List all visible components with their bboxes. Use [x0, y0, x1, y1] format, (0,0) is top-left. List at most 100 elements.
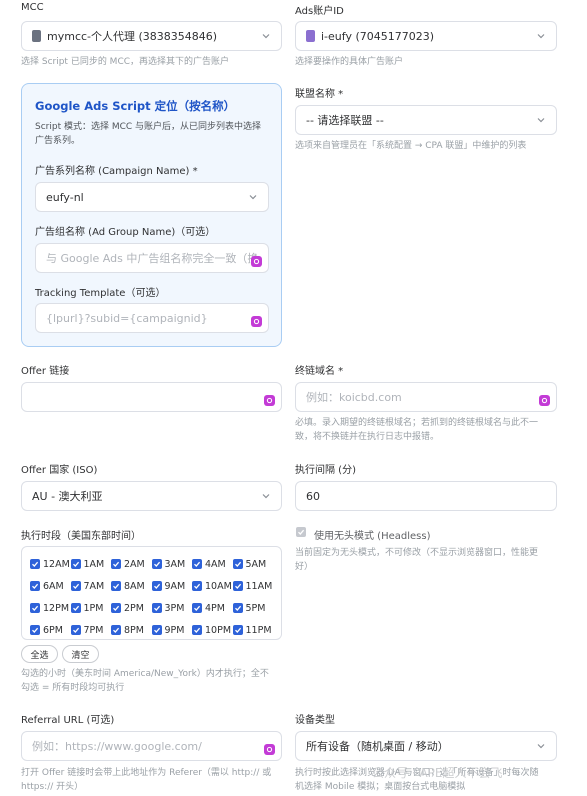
final-domain-label: 终链域名 *	[295, 366, 344, 377]
referral-input[interactable]: 例如：https://www.google.com/	[21, 731, 282, 761]
checkbox-checked-icon[interactable]	[232, 559, 243, 569]
ads-account-hint: 选择要操作的具体广告账户	[295, 57, 404, 67]
checkbox-checked-icon[interactable]	[232, 625, 243, 635]
edit-icon[interactable]	[251, 256, 262, 267]
select-all-button[interactable]: 全选	[21, 645, 58, 663]
campaign-select[interactable]: eufy-nl	[35, 182, 269, 212]
hour-checkbox-item[interactable]: 6AM	[30, 577, 71, 595]
hour-label: 5AM	[245, 558, 267, 570]
hour-checkbox-item[interactable]: 8AM	[111, 577, 152, 595]
hour-label: 7PM	[83, 624, 104, 636]
checkbox-checked-icon[interactable]	[30, 603, 40, 613]
script-card-desc-2: 广告系列。	[35, 136, 81, 146]
device-hint-2: 机选择 Mobile 模拟；桌面按台式电脑模拟	[295, 782, 466, 792]
chevron-down-icon	[248, 192, 258, 202]
checkbox-checked-icon[interactable]	[232, 581, 243, 591]
hour-checkbox-item[interactable]: 11AM	[232, 577, 274, 595]
hour-checkbox-item[interactable]: 7PM	[70, 621, 112, 639]
checkbox-checked-icon[interactable]	[151, 603, 162, 613]
checkbox-checked-icon[interactable]	[111, 625, 121, 635]
device-select[interactable]: 所有设备（随机桌面 / 移动）	[295, 731, 557, 761]
checkbox-checked-icon[interactable]	[192, 581, 202, 591]
checkbox-checked-icon[interactable]	[192, 625, 202, 635]
hour-checkbox-item[interactable]: 12AM	[30, 555, 71, 573]
referral-label: Referral URL (可选)	[21, 715, 115, 726]
hour-checkbox-item[interactable]: 5AM	[232, 555, 274, 573]
hour-checkbox-item[interactable]: 3AM	[151, 555, 193, 573]
hour-checkbox-item[interactable]: 9AM	[151, 577, 193, 595]
checkbox-checked-icon[interactable]	[192, 559, 202, 569]
referral-hint-2: https:// 开头）	[21, 782, 84, 792]
hour-label: 5PM	[245, 602, 266, 614]
checkbox-checked-icon[interactable]	[111, 581, 121, 591]
checkbox-checked-icon[interactable]	[30, 581, 40, 591]
account-icon	[306, 30, 315, 42]
ads-account-select[interactable]: i-eufy (7045177023)	[295, 21, 557, 51]
chevron-down-icon	[536, 741, 546, 751]
hour-checkbox-item[interactable]: 11PM	[232, 621, 274, 639]
adgroup-label: 广告组名称 (Ad Group Name)（可选）	[35, 227, 216, 238]
checkbox-checked-icon[interactable]	[70, 559, 81, 569]
checkbox-checked-icon[interactable]	[192, 603, 202, 613]
hour-label: 8PM	[124, 624, 144, 636]
hour-label: 2AM	[124, 558, 145, 570]
hour-label: 10AM	[205, 580, 232, 592]
checkbox-checked-icon[interactable]	[70, 625, 81, 635]
hour-label: 3PM	[164, 602, 185, 614]
offer-link-input[interactable]	[21, 382, 282, 412]
edit-icon[interactable]	[539, 395, 550, 406]
script-card-desc-1: Script 模式：选择 MCC 与账户后，从已同步列表中选择	[35, 122, 262, 132]
checkbox-checked-icon[interactable]	[151, 581, 162, 591]
hour-checkbox-item[interactable]: 5PM	[232, 599, 274, 617]
watermark: 公众号 · APE超人不会飞	[372, 766, 503, 780]
hour-checkbox-item[interactable]: 4AM	[192, 555, 233, 573]
tracking-input[interactable]: {lpurl}?subid={campaignid}	[35, 303, 269, 333]
edit-icon[interactable]	[264, 395, 275, 406]
checkbox-checked-icon[interactable]	[111, 603, 121, 613]
adgroup-input[interactable]: 与 Google Ads 中广告组名称完全一致（换行	[35, 243, 269, 273]
script-locate-card: Google Ads Script 定位（按名称） Script 模式：选择 M…	[21, 83, 282, 347]
hour-checkbox-item[interactable]: 12PM	[30, 599, 71, 617]
hour-checkbox-item[interactable]: 10PM	[192, 621, 233, 639]
hour-checkbox-item[interactable]: 2AM	[111, 555, 152, 573]
headless-checkbox	[296, 527, 306, 537]
final-domain-input[interactable]: 例如：koicbd.com	[295, 382, 557, 412]
checkbox-checked-icon[interactable]	[151, 559, 162, 569]
checkbox-checked-icon[interactable]	[151, 625, 162, 635]
hour-checkbox-item[interactable]: 4PM	[192, 599, 233, 617]
alliance-select[interactable]: -- 请选择联盟 --	[295, 105, 557, 135]
device-value: 所有设备（随机桌面 / 移动）	[306, 740, 449, 753]
headless-hint-1: 当前固定为无头模式，不可修改（不显示浏览器窗口，性能更	[295, 548, 539, 558]
hour-checkbox-item[interactable]: 8PM	[111, 621, 152, 639]
interval-input[interactable]: 60	[295, 481, 557, 511]
chevron-down-icon	[261, 491, 271, 501]
checkbox-checked-icon[interactable]	[70, 603, 81, 613]
schedule-hint-2: 勾选 = 所有时段均可执行	[21, 683, 125, 693]
checkbox-checked-icon[interactable]	[111, 559, 121, 569]
final-domain-hint-1: 必填。录入期望的终链根域名；若抓到的终链根域名与此不一	[295, 418, 539, 428]
clear-button[interactable]: 清空	[62, 645, 99, 663]
hour-checkbox-item[interactable]: 1AM	[70, 555, 112, 573]
checkbox-checked-icon[interactable]	[30, 559, 40, 569]
headless-label: 使用无头模式 (Headless)	[314, 531, 431, 542]
hour-checkbox-item[interactable]: 3PM	[151, 599, 193, 617]
schedule-hint-1: 勾选的小时（美东时间 America/New_York）内才执行；全不	[21, 669, 269, 679]
chevron-down-icon	[261, 31, 271, 41]
hour-checkbox-item[interactable]: 7AM	[70, 577, 112, 595]
hour-checkbox-item[interactable]: 2PM	[111, 599, 152, 617]
edit-icon[interactable]	[251, 316, 262, 327]
offer-country-select[interactable]: AU - 澳大利亚	[21, 481, 282, 511]
schedule-label: 执行时段（美国东部时间）	[21, 531, 141, 542]
hour-checkbox-item[interactable]: 1PM	[70, 599, 112, 617]
hour-checkbox-item[interactable]: 6PM	[30, 621, 71, 639]
hour-label: 8AM	[124, 580, 145, 592]
checkbox-checked-icon[interactable]	[70, 581, 81, 591]
hour-checkbox-item[interactable]: 10AM	[192, 577, 233, 595]
mcc-select[interactable]: mymcc-个人代理 (3838354846)	[21, 21, 282, 51]
checkbox-checked-icon[interactable]	[232, 603, 243, 613]
tracking-label: Tracking Template（可选）	[35, 288, 166, 299]
hour-checkbox-item[interactable]: 9PM	[151, 621, 193, 639]
checkbox-checked-icon[interactable]	[30, 625, 40, 635]
edit-icon[interactable]	[264, 744, 275, 755]
referral-hint-1: 打开 Offer 链接时会带上此地址作为 Referer（需以 http:// …	[21, 768, 272, 778]
